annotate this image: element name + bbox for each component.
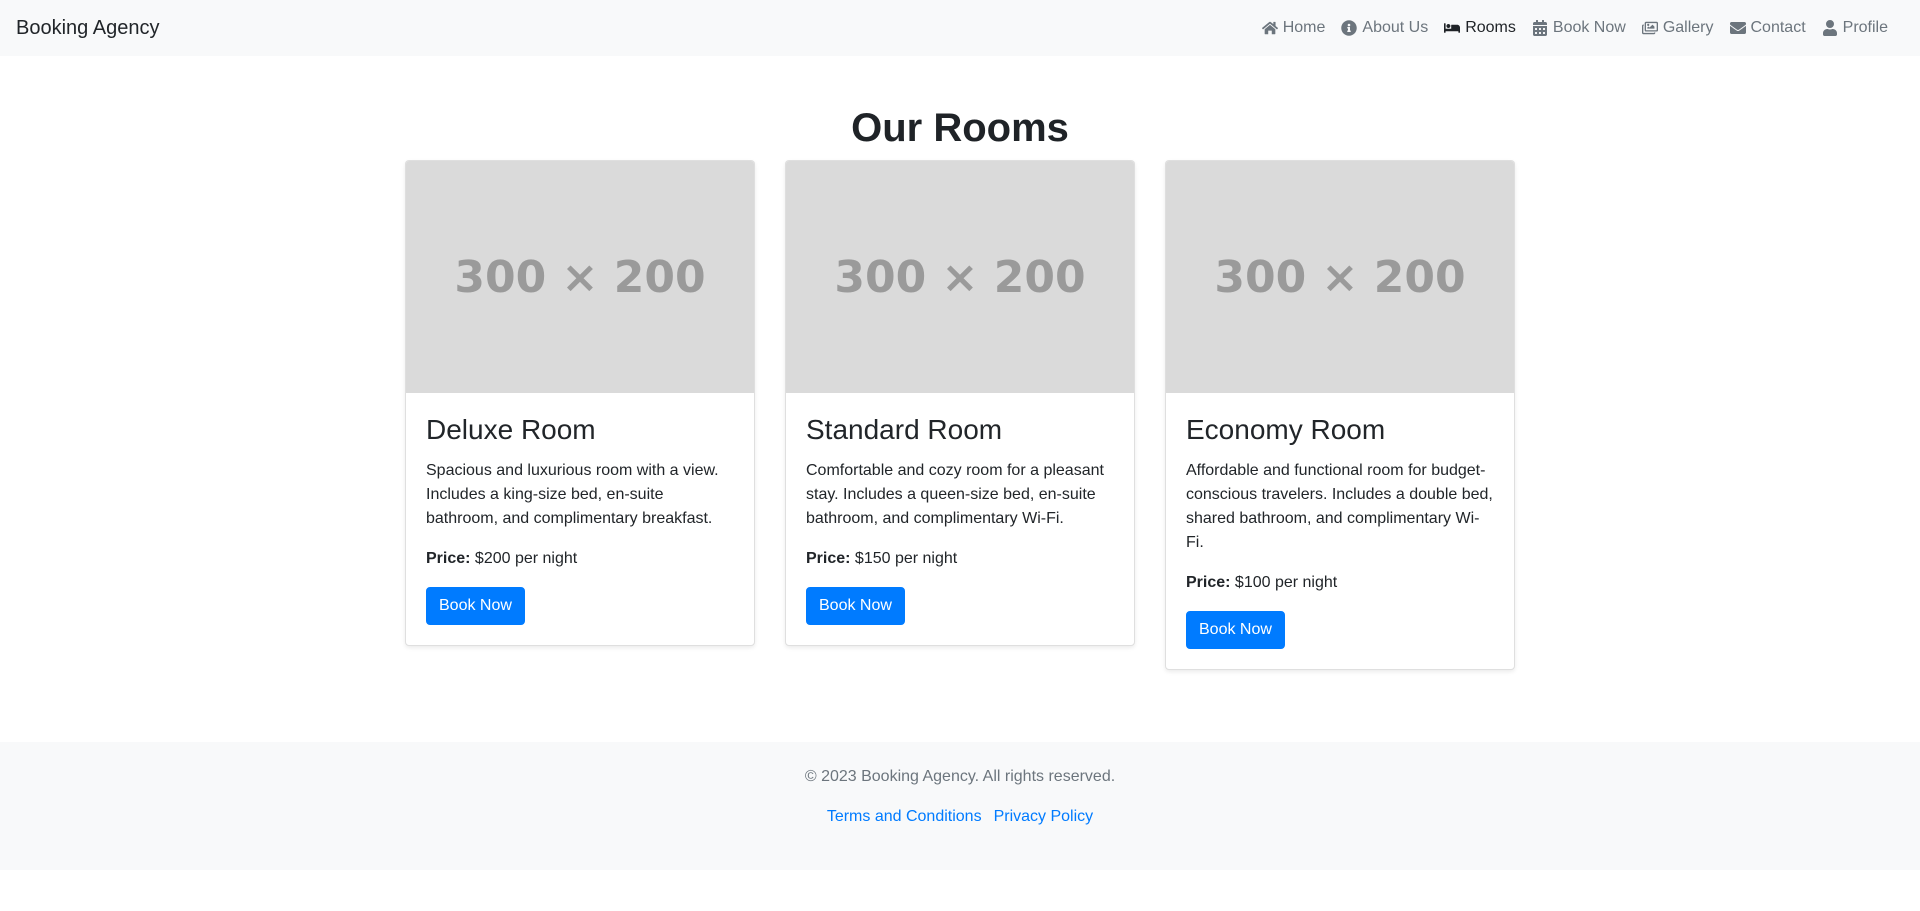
room-price: Price: $200 per night [426, 547, 734, 571]
nav-item-rooms[interactable]: Rooms [1436, 19, 1524, 37]
room-image-placeholder: 300 × 200 [786, 161, 1134, 393]
nav-item-label: Profile [1842, 19, 1888, 36]
nav-item-book-now[interactable]: Book Now [1524, 19, 1634, 37]
room-title: Deluxe Room [426, 414, 596, 445]
envelope-icon [1729, 22, 1746, 34]
price-label: Price: [806, 549, 851, 567]
book-now-button[interactable]: Book Now [1186, 610, 1285, 649]
bed-icon [1444, 23, 1461, 33]
nav-item-label: About Us [1362, 19, 1429, 36]
room-price: Price: $100 per night [1186, 571, 1494, 595]
price-label: Price: [426, 549, 471, 567]
nav-item-profile[interactable]: Profile [1814, 19, 1896, 37]
calendar-icon [1532, 20, 1547, 36]
images-icon [1641, 21, 1658, 35]
nav-item-label: Rooms [1465, 19, 1516, 36]
copyright-text: © 2023 Booking Agency. All rights reserv… [804, 768, 1116, 785]
nav-item-label: Gallery [1662, 19, 1714, 36]
nav-item-label: Book Now [1552, 19, 1626, 36]
privacy-link[interactable]: Privacy Policy [994, 808, 1094, 826]
footer-links: Terms and Conditions Privacy Policy [0, 808, 1920, 826]
card-body: Standard Room Comfortable and cozy room … [786, 393, 1134, 645]
page-title: Our Rooms [851, 106, 1069, 150]
nav-item-home[interactable]: Home [1254, 19, 1334, 37]
info-icon [1341, 20, 1358, 36]
nav-item-contact[interactable]: Contact [1722, 19, 1814, 37]
navbar: Booking Agency Home About Us Rooms Book … [0, 0, 1920, 56]
nav-item-gallery[interactable]: Gallery [1634, 19, 1722, 37]
card-body: Economy Room Affordable and functional r… [1166, 393, 1514, 669]
book-now-button[interactable]: Book Now [426, 586, 525, 625]
nav-item-about[interactable]: About Us [1333, 19, 1436, 37]
terms-link[interactable]: Terms and Conditions [827, 808, 982, 826]
nav-item-label: Home [1282, 19, 1326, 36]
home-icon [1261, 21, 1278, 35]
book-now-button[interactable]: Book Now [806, 586, 905, 625]
room-description: Comfortable and cozy room for a pleasant… [806, 461, 1104, 527]
footer: © 2023 Booking Agency. All rights reserv… [0, 742, 1920, 870]
room-card-deluxe: 300 × 200 Deluxe Room Spacious and luxur… [405, 160, 755, 646]
card-body: Deluxe Room Spacious and luxurious room … [406, 393, 754, 645]
room-description: Spacious and luxurious room with a view.… [426, 461, 719, 527]
room-description: Affordable and functional room for budge… [1186, 461, 1493, 551]
room-title: Economy Room [1186, 414, 1386, 445]
nav-menu: Home About Us Rooms Book Now Gallery Con… [1254, 19, 1896, 37]
price-label: Price: [1186, 573, 1231, 591]
user-icon [1822, 20, 1837, 36]
room-cards: 300 × 200 Deluxe Room Spacious and luxur… [405, 160, 1515, 670]
price-value: $200 per night [474, 549, 578, 567]
room-card-economy: 300 × 200 Economy Room Affordable and fu… [1165, 160, 1515, 670]
brand-link[interactable]: Booking Agency [16, 17, 159, 40]
room-image-placeholder: 300 × 200 [1166, 161, 1514, 393]
room-image-placeholder: 300 × 200 [406, 161, 754, 393]
room-card-standard: 300 × 200 Standard Room Comfortable and … [785, 160, 1135, 646]
room-price: Price: $150 per night [806, 547, 1114, 571]
price-value: $150 per night [854, 549, 958, 567]
room-title: Standard Room [806, 414, 1003, 445]
price-value: $100 per night [1234, 573, 1338, 591]
nav-item-label: Contact [1750, 19, 1806, 36]
